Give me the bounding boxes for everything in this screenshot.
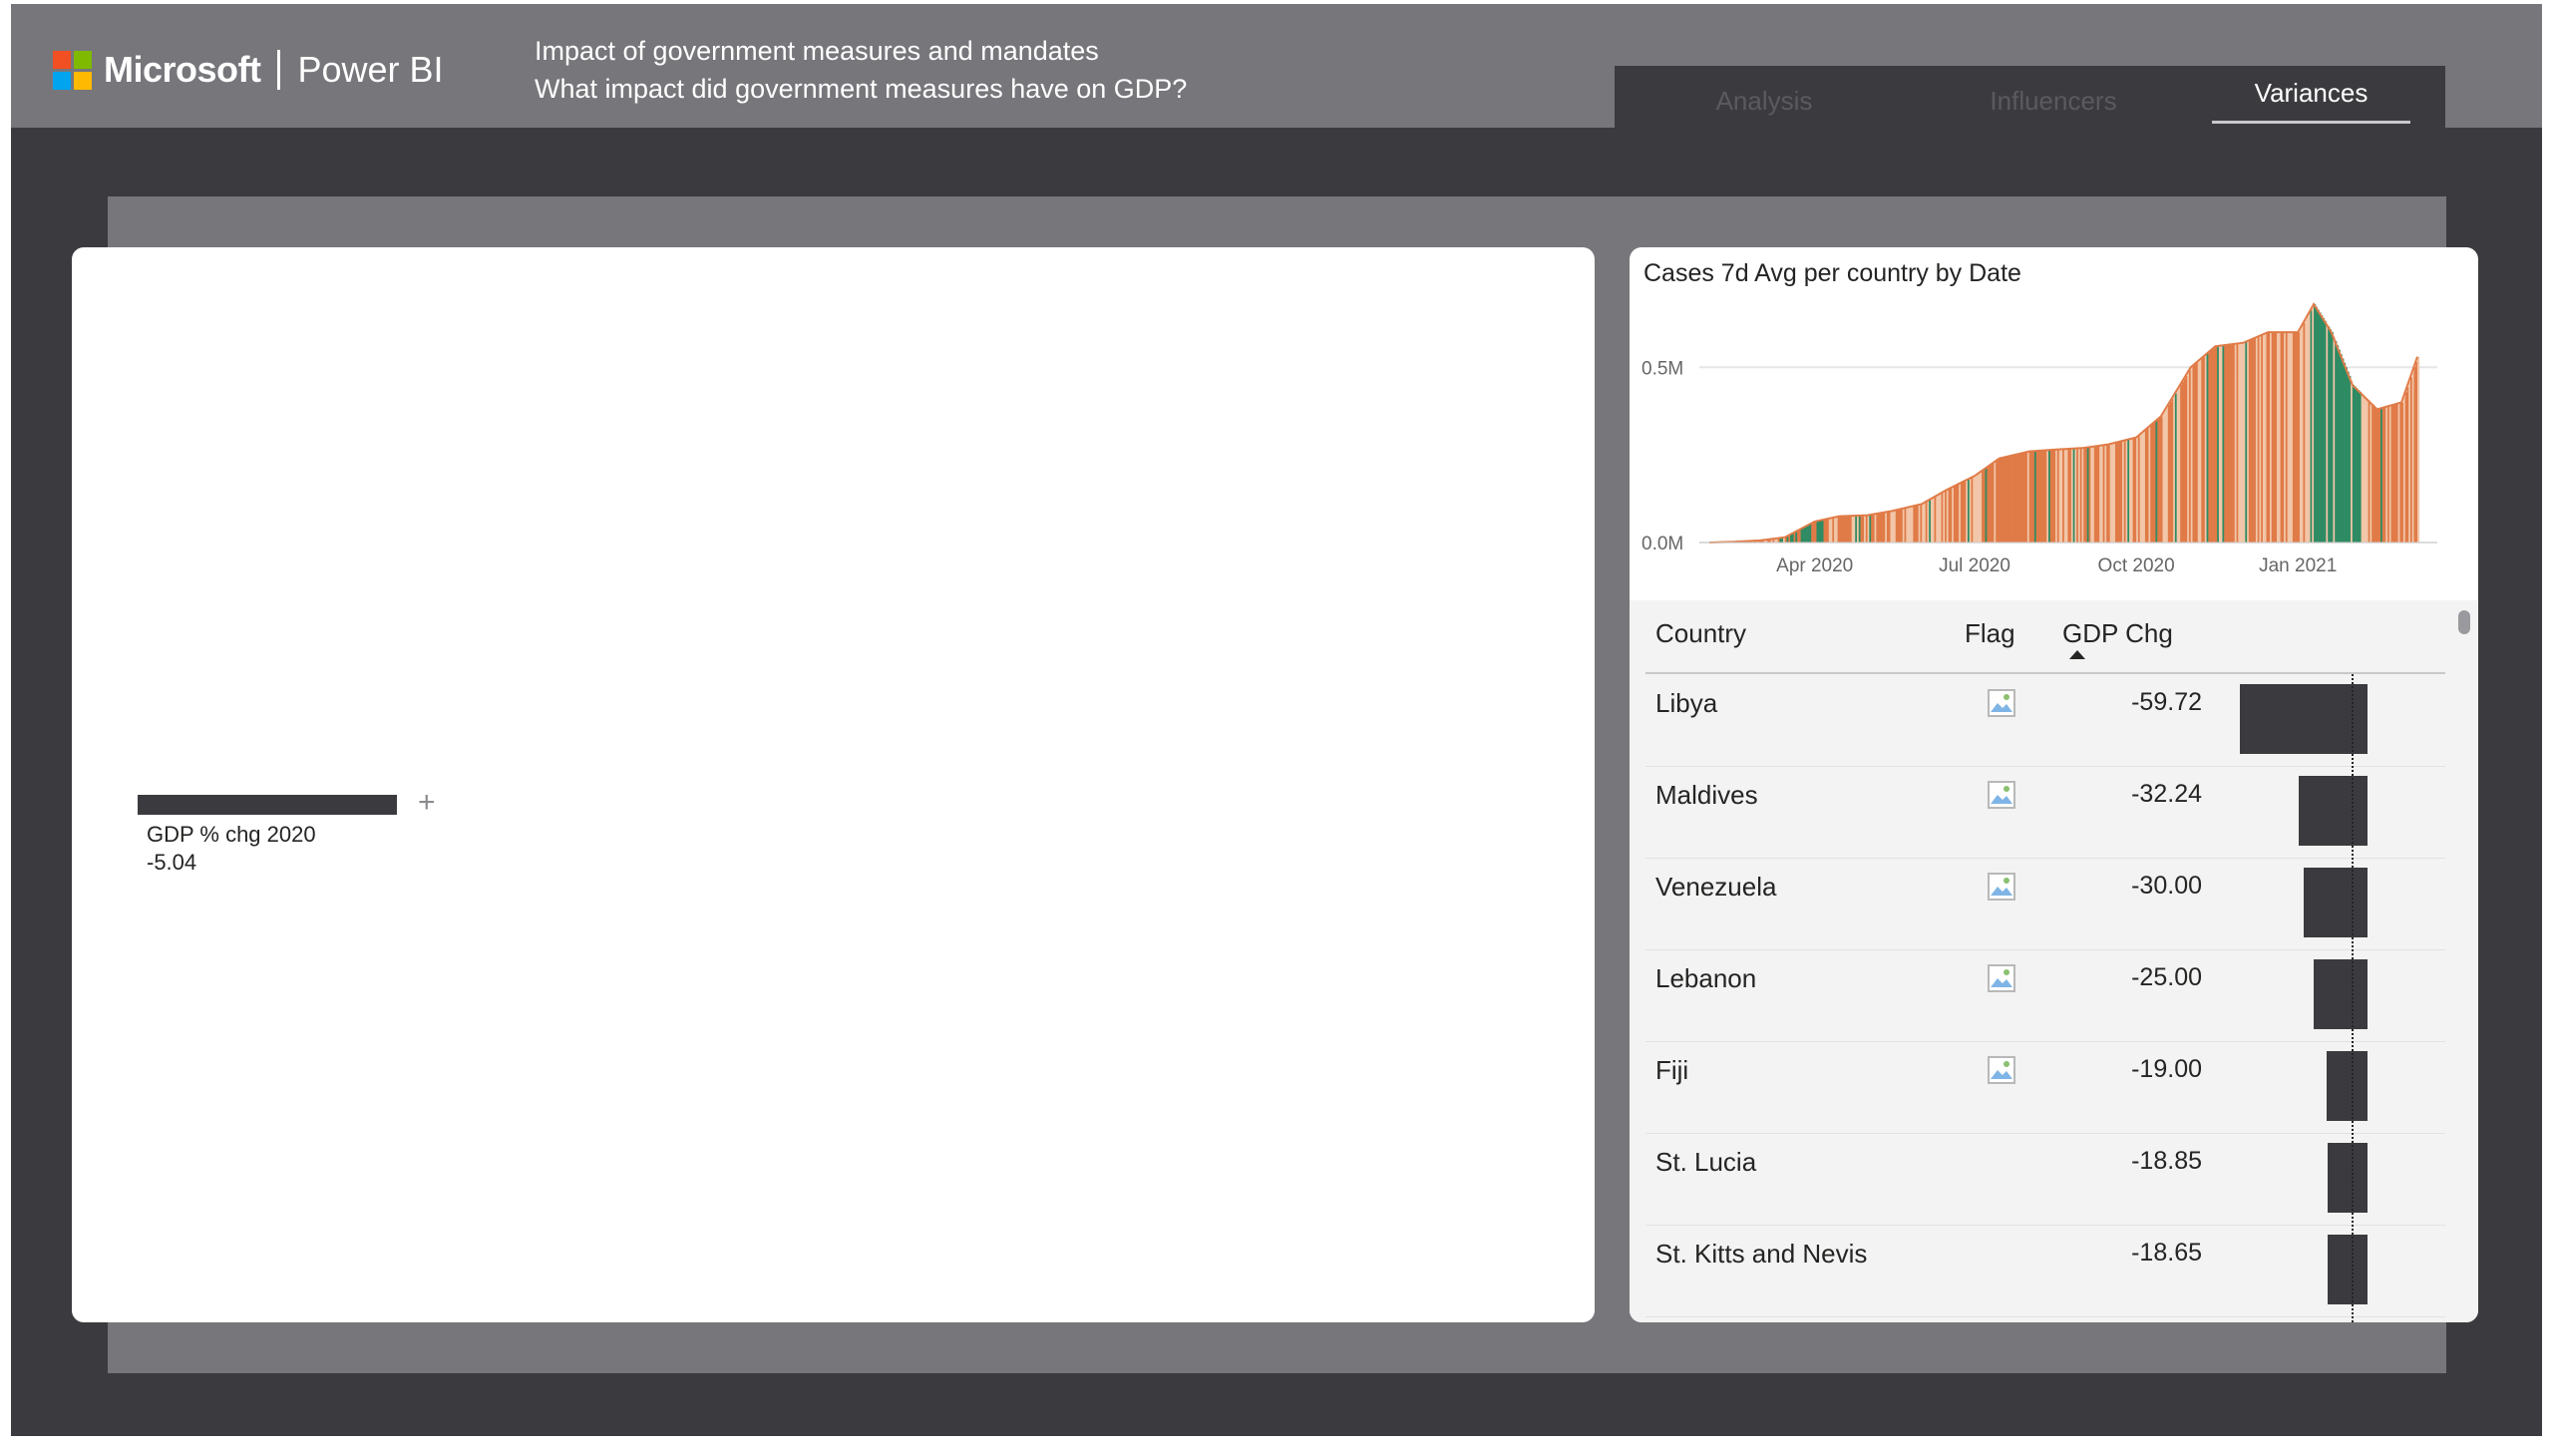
brand-power-bi: Power BI bbox=[297, 49, 444, 90]
cases-area-chart[interactable]: 0.0M 0.5M Apr 2020 Jul 2020 Oct 2020 Jan 2021 bbox=[1630, 247, 2478, 600]
table-row[interactable]: Maldives -32.24 bbox=[1645, 766, 2445, 859]
gdp-label: GDP % chg 2020 bbox=[147, 822, 316, 847]
tab-influencers[interactable]: Influencers bbox=[1904, 70, 2203, 132]
cases-and-table-panel: Cases 7d Avg per country by Date 0.0M 0.5… bbox=[1630, 247, 2478, 1322]
table-row[interactable]: Libya -59.72 bbox=[1645, 674, 2445, 767]
sort-ascending-icon[interactable] bbox=[2069, 650, 2085, 659]
broken-image-icon bbox=[1988, 781, 2015, 809]
cell-country: Fiji bbox=[1655, 1055, 1689, 1085]
gdp-chg-bar[interactable] bbox=[2328, 1235, 2368, 1304]
gdp-chg-bar[interactable] bbox=[2327, 1051, 2368, 1121]
cell-gdp-chg: -19.00 bbox=[2131, 1055, 2202, 1083]
header-country[interactable]: Country bbox=[1655, 618, 1746, 649]
table-row[interactable]: Fiji -19.00 bbox=[1645, 1041, 2445, 1134]
subtitle-line-2: What impact did government measures have… bbox=[535, 74, 1188, 104]
cell-gdp-chg: -18.85 bbox=[2131, 1147, 2202, 1175]
logo-square-red bbox=[53, 50, 71, 69]
report-canvas: Microsoft Power BI Impact of government … bbox=[11, 4, 2542, 1436]
gdp-chg-bar[interactable] bbox=[2298, 776, 2368, 846]
table-row[interactable]: Lebanon -25.00 bbox=[1645, 949, 2445, 1042]
y-tick-label: 0.5M bbox=[1641, 358, 1683, 379]
cell-gdp-chg: -30.00 bbox=[2131, 872, 2202, 900]
report-header: Microsoft Power BI Impact of government … bbox=[11, 4, 2542, 128]
x-tick-label: Jan 2021 bbox=[2259, 555, 2337, 576]
report-subtitle: Impact of government measures and mandat… bbox=[535, 32, 1187, 108]
active-tab-indicator bbox=[2212, 121, 2410, 124]
x-tick-label: Apr 2020 bbox=[1776, 555, 1853, 576]
cell-gdp-chg: -25.00 bbox=[2131, 963, 2202, 991]
page-tabs: Analysis Influencers Variances bbox=[1615, 66, 2445, 128]
gdp-value: -5.04 bbox=[147, 850, 197, 875]
tab-variances[interactable]: Variances bbox=[2212, 62, 2410, 124]
area-stripe bbox=[2417, 356, 2420, 543]
gdp-chg-bar[interactable] bbox=[2314, 959, 2368, 1029]
broken-image-icon bbox=[1988, 873, 2015, 901]
header-flag[interactable]: Flag bbox=[1965, 618, 2015, 649]
table-row[interactable]: St. Kitts and Nevis -18.65 bbox=[1645, 1225, 2445, 1317]
cell-gdp-chg: -59.72 bbox=[2131, 688, 2202, 716]
cell-country: Lebanon bbox=[1655, 963, 1757, 993]
broken-image-icon bbox=[1988, 964, 2015, 992]
table-scrollbar[interactable] bbox=[2458, 610, 2470, 634]
gdp-table: Country Flag GDP Chg Libya -59.72 Maldives… bbox=[1630, 600, 2478, 1322]
tab-analysis[interactable]: Analysis bbox=[1615, 70, 1914, 132]
x-tick-label: Oct 2020 bbox=[2098, 555, 2175, 576]
y-tick-label: 0.0M bbox=[1641, 534, 1683, 554]
cell-gdp-chg: -32.24 bbox=[2131, 780, 2202, 808]
brand-separator bbox=[276, 50, 280, 90]
gdp-chg-bar[interactable] bbox=[2327, 1143, 2368, 1213]
cell-country: Venezuela bbox=[1655, 872, 1777, 902]
cell-country: Maldives bbox=[1655, 780, 1758, 810]
broken-image-icon bbox=[1988, 689, 2015, 717]
x-tick-label: Jul 2020 bbox=[1939, 555, 2010, 576]
gdp-visual-panel: + GDP % chg 2020 -5.04 bbox=[72, 247, 1595, 1322]
gdp-chg-bar[interactable] bbox=[2303, 868, 2368, 937]
plus-icon[interactable]: + bbox=[418, 788, 436, 818]
broken-image-icon bbox=[1988, 1056, 2015, 1084]
cell-gdp-chg: -18.65 bbox=[2131, 1239, 2202, 1267]
cell-country: St. Kitts and Nevis bbox=[1655, 1239, 1868, 1269]
table-row[interactable]: St. Lucia -18.85 bbox=[1645, 1133, 2445, 1226]
gdp-chg-bar[interactable] bbox=[2240, 684, 2368, 754]
gdp-bar[interactable] bbox=[138, 795, 397, 815]
brand-logo: Microsoft Power BI bbox=[53, 44, 444, 96]
brand-microsoft: Microsoft bbox=[104, 49, 261, 90]
bar-zero-axis bbox=[2352, 674, 2354, 1322]
logo-square-green bbox=[74, 50, 92, 69]
header-gdp-chg[interactable]: GDP Chg bbox=[2062, 618, 2173, 649]
cell-country: St. Lucia bbox=[1655, 1147, 1757, 1177]
subtitle-line-1: Impact of government measures and mandat… bbox=[535, 36, 1099, 66]
cell-country: Libya bbox=[1655, 688, 1718, 718]
table-row[interactable]: Venezuela -30.00 bbox=[1645, 858, 2445, 950]
microsoft-logo-icon bbox=[53, 50, 92, 90]
logo-square-blue bbox=[53, 71, 71, 90]
logo-square-yellow bbox=[74, 71, 92, 90]
